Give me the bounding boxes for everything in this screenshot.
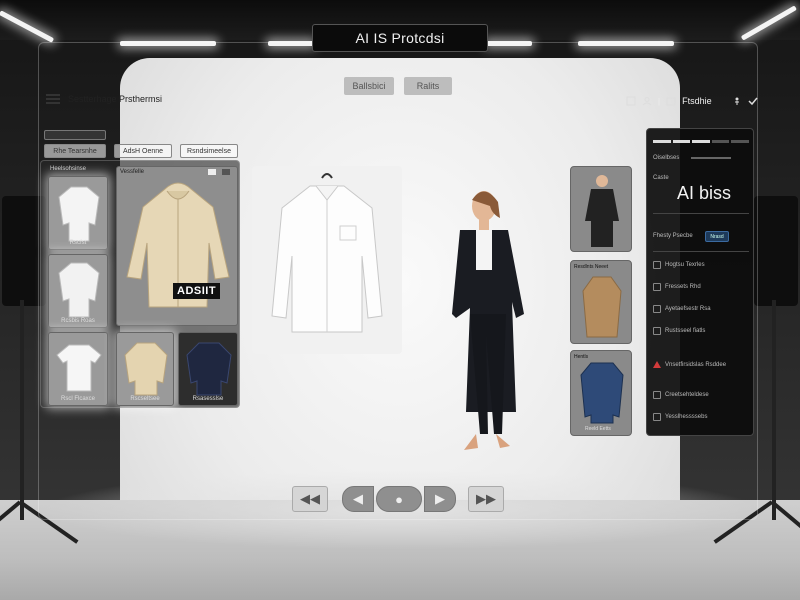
next-button[interactable]: ▶ [424,486,456,512]
panel-item-label: Hogtsu Texrles [665,262,705,268]
clothing-thumb[interactable]: Rsasesslse [178,332,238,406]
toggle-icon[interactable] [208,169,216,175]
outfit-label: Hentls [574,354,589,360]
outfit-label: Resdlnts Neeet [574,264,609,270]
slider-track[interactable] [691,157,732,159]
clothing-thumb[interactable]: Rscfst [48,176,108,250]
product-card[interactable] [252,166,402,354]
app-title: AI IS Protcdsi [312,24,488,52]
topbar-right: | Ftsdhie [626,96,758,106]
search-input[interactable] [44,130,106,140]
panel-row[interactable]: Oiselbses [653,155,732,161]
panel-row-label: Caste [653,175,669,181]
brand-name: Sestterhage Prsthermsi [68,94,163,104]
light-stand-right [772,300,776,520]
layers-icon [653,283,661,291]
topbar-left: Sestterhage Prsthermsi [46,94,162,104]
outfit-label: Reeld Eetts [585,426,611,432]
panel-item[interactable]: Yesslhessssebs [653,413,707,421]
outfit-thumb[interactable]: Resdlnts Neeet [570,260,632,344]
featured-badge: ADSIIT [173,283,221,299]
denim-jacket-image [580,362,624,424]
divider [653,213,749,214]
panel-item[interactable]: Ayetaefsestr Rsa [653,305,711,313]
outfit-thumb[interactable]: Hentls Reeld Eetts [570,350,632,436]
check-icon[interactable] [748,96,758,106]
toolbar-pill-left[interactable]: Ballsbici [344,77,394,95]
panel-item-label: Creetsehteldese [665,392,709,398]
panel-row-label: Oiselbses [653,155,680,161]
thumb-label: Rscfst [69,240,87,246]
panel-item[interactable]: Creetsehteldese [653,391,709,399]
outfit-image [585,175,619,247]
model-figure [452,191,524,450]
properties-panel: Oiselbses Caste AI biss Fhesty Psecbe Nr… [646,128,754,436]
panel-item[interactable]: Fressets Rhd [653,283,701,291]
thumb-label: Rcsbis Roas [61,318,95,324]
panel-item-label: Vnsetfirsidslas Rsddee [665,361,727,368]
share-icon[interactable] [626,96,636,106]
topbar-right-label[interactable]: Ftsdhie [682,96,712,106]
panel-item-label: Yesslhessssebs [665,414,708,420]
panel-item[interactable]: Vnsetfirsidslas Rsddee [653,361,726,368]
clothing-thumb[interactable]: Rcsbis Roas [48,254,108,328]
trench-coat-image [582,276,622,338]
divider [653,251,749,252]
first-button[interactable]: ◀◀ [292,486,328,512]
panel-item[interactable]: Hogtsu Texrles [653,261,705,269]
separator: | [658,96,661,106]
warning-icon [653,361,661,368]
softbox-right [754,196,798,306]
person-icon[interactable] [732,96,742,106]
toggle-button[interactable]: Nrasd [705,231,729,242]
fabric-icon [653,327,661,335]
settings-icon [653,261,661,269]
toggle-label: Fhesty Psecbe [653,233,693,239]
shirt-product-image [271,173,383,333]
style-slider[interactable] [653,139,749,145]
featured-item[interactable]: ADSIIT [116,166,238,326]
clothing-thumb[interactable]: Rscseltsee [116,332,174,406]
fashion-model [420,184,540,452]
thumb-label: Rscl Flcaxce [60,396,95,402]
panel-item-label: Fressets Rhd [665,284,701,290]
panel-item-label: Ayetaefsestr Rsa [665,306,711,312]
last-button[interactable]: ▶▶ [468,486,504,512]
panel-item-label: Rustsseel fiatls [665,328,706,334]
tab-1[interactable]: Rhe Tearsnhe [44,144,106,158]
thumb-header: Heelsohsinse [50,166,87,172]
thumb-label: Rsasesslse [192,396,224,402]
panel-item[interactable]: Rustsseel fiatls [653,327,705,335]
texture-icon [653,305,661,313]
info-icon [653,413,661,421]
prev-button[interactable]: ◀ [342,486,374,512]
tab-3[interactable]: Rsndsimeelse [180,144,238,158]
clock-icon [653,391,661,399]
center-button[interactable]: ● [376,486,422,512]
clothing-thumb[interactable]: Rscl Flcaxce [48,332,108,406]
jacket-image [126,182,230,308]
outfit-thumb[interactable] [570,166,632,252]
left-panel: Rhe Tearsnhe AdsH Oenne Rsndsimeelse Hee… [40,124,240,408]
light-stand-left [20,300,24,520]
menu-icon[interactable] [46,94,60,104]
featured-header: Vessfelle [120,169,145,175]
thumb-label: Rscseltsee [130,396,160,402]
toggle-icon[interactable] [222,169,230,175]
folder-icon[interactable] [666,96,676,106]
ai-label: AI biss [677,183,732,203]
user-icon[interactable] [642,96,652,106]
toolbar-pill-right[interactable]: Ralits [404,77,452,95]
tab-2[interactable]: AdsH Oenne [114,144,172,158]
